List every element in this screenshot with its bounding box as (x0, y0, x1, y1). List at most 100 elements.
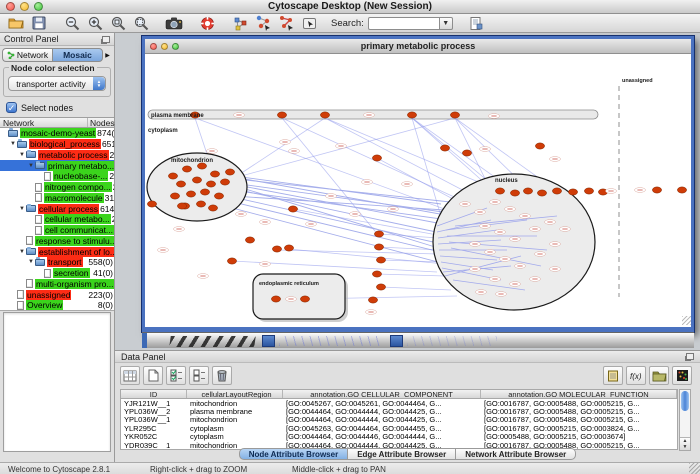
zoom-fit-icon[interactable] (108, 15, 128, 32)
vizmapper-nodes-icon[interactable] (253, 15, 273, 32)
tree-row[interactable]: ▼biological_process651(0) (0, 139, 114, 150)
tree-expander-icon[interactable]: ▼ (18, 249, 26, 255)
file-icon (26, 279, 33, 288)
tree-col-nodes[interactable]: Nodes (88, 118, 114, 127)
table-scrollbar[interactable]: ▲▼ (679, 389, 691, 451)
save-icon[interactable] (29, 15, 49, 32)
table-column-header[interactable]: annotation.GO CELLULAR_COMPONENT (283, 390, 481, 398)
delete-attribute-icon[interactable] (212, 366, 232, 385)
tree-row[interactable]: secretion41(0) (0, 268, 114, 279)
table-column-header[interactable]: annotation.GO MOLECULAR_FUNCTION (481, 390, 677, 398)
scrollbar-thumb[interactable] (681, 391, 689, 411)
tree-row[interactable]: multi-organism pro...42(0) (0, 279, 114, 290)
attribute-table: ID_cellularLayoutRegionannotation.GO CEL… (120, 389, 678, 450)
zoom-in-icon[interactable] (85, 15, 105, 32)
data-panel: Data Panel f(x) ID_cellularLayoutRegiona… (115, 350, 700, 462)
tree-row[interactable]: ▼primary metabo...209(... (0, 160, 114, 171)
tree-row[interactable]: unassigned223(0) (0, 289, 114, 300)
background-window-lines (279, 336, 384, 346)
folder-icon (8, 130, 18, 137)
node-color-dropdown[interactable]: transporter activity ▲▼ (8, 76, 106, 91)
file-icon (44, 269, 51, 278)
float-panel-icon[interactable] (102, 36, 110, 43)
endoplasmic-reticulum-label: endoplasmic reticulum (259, 281, 319, 287)
tree-label: nucleobase-... (53, 171, 108, 181)
attribute-notes-icon[interactable] (603, 366, 623, 385)
folder-icon (35, 162, 45, 169)
search-dropdown-icon[interactable]: ▼ (440, 17, 453, 30)
tree-label: Overview (26, 300, 63, 310)
help-lifering-icon[interactable] (197, 15, 217, 32)
unassigned-label: unassigned (622, 78, 653, 84)
tree-row[interactable]: cellular metabo...209(0) (0, 214, 114, 225)
unselect-all-attributes-icon[interactable] (189, 366, 209, 385)
network-resize-grip[interactable] (682, 316, 691, 325)
network-window-titlebar: primary metabolic process (145, 39, 691, 54)
background-window-border (142, 333, 147, 348)
table-column-header[interactable]: ID (121, 390, 187, 398)
select-attributes-icon[interactable] (120, 366, 140, 385)
control-panel-tabs: Network Mosaic ▶ (0, 46, 114, 64)
tab-network[interactable]: Network (2, 48, 52, 62)
tree-row[interactable]: cell communicat...22(0) (0, 225, 114, 236)
tab-mosaic[interactable]: Mosaic (52, 48, 103, 62)
tree-expander-icon[interactable]: ▼ (9, 141, 17, 147)
tree-row[interactable]: ▼transport558(0) (0, 257, 114, 268)
float-panel-icon[interactable] (686, 353, 694, 360)
tab-network-label: Network (17, 50, 48, 60)
tree-label: metabolic process (38, 150, 109, 160)
import-attributes-icon[interactable] (649, 366, 669, 385)
open-icon[interactable] (6, 15, 26, 32)
folder-icon (26, 248, 36, 255)
select-all-attributes-icon[interactable] (166, 366, 186, 385)
network-overview-icon[interactable] (230, 15, 250, 32)
tree-row[interactable]: ▼ metabolic process280(0) (0, 150, 114, 161)
window-resize-grip[interactable] (689, 463, 700, 474)
tree-row[interactable]: nitrogen compo...209(0) (0, 182, 114, 193)
tree-row[interactable]: ▼cellular process614(0) (0, 203, 114, 214)
search-input[interactable] (368, 17, 440, 30)
tree-row[interactable]: mosaic-demo-yeast874(0) (0, 128, 114, 139)
table-column-header[interactable]: _cellularLayoutRegion (187, 390, 283, 398)
tree-expander-icon[interactable]: ▼ (27, 163, 35, 169)
select-nodes-label: Select nodes (21, 103, 73, 113)
tree-count: 209(0) (111, 214, 114, 224)
annotation-icon[interactable] (299, 15, 319, 32)
tree-label: unassigned (26, 290, 71, 300)
background-window-edges (142, 332, 694, 348)
tree-label: transport (47, 257, 83, 267)
data-panel-toolbar: f(x) (115, 363, 700, 388)
tree-col-network[interactable]: Network (0, 118, 88, 127)
attribute-matrix-icon[interactable] (672, 366, 692, 385)
tree-expander-icon[interactable]: ▼ (18, 152, 26, 158)
zoom-selected-icon[interactable] (131, 15, 151, 32)
formula-builder-icon[interactable]: f(x) (626, 366, 646, 385)
file-icon (44, 172, 51, 181)
folder-icon (35, 259, 45, 266)
tree-count: 280(0) (109, 150, 114, 160)
create-attribute-icon[interactable] (143, 366, 163, 385)
tab-edge-attribute-browser[interactable]: Edge Attribute Browser (348, 448, 456, 460)
network-canvas[interactable]: plasma membrane cytoplasm mitochondrion … (145, 54, 691, 325)
search-box: ▼ (368, 17, 453, 30)
tab-node-attribute-browser[interactable]: Node Attribute Browser (239, 448, 349, 460)
node-color-dropdown-value: transporter activity (9, 79, 93, 89)
tree-expander-icon[interactable]: ▼ (18, 206, 26, 212)
tree-row[interactable]: ▼establishment of lo...558(0) (0, 246, 114, 257)
tab-overflow-icon[interactable]: ▶ (103, 48, 112, 62)
tree-row[interactable]: response to stimulu...264(0) (0, 236, 114, 247)
tree-label: cellular metabo... (44, 214, 111, 224)
tree-count: 614(0) (99, 204, 114, 214)
tree-row[interactable]: nucleobase-...209(0) (0, 171, 114, 182)
tab-network-attribute-browser[interactable]: Network Attribute Browser (456, 448, 576, 460)
vizmapper-edges-icon[interactable] (276, 15, 296, 32)
tree-row[interactable]: Overview8(0) (0, 300, 114, 311)
zoom-out-icon[interactable] (62, 15, 82, 32)
select-nodes-checkbox[interactable]: ✓ (6, 102, 17, 113)
tree-expander-icon[interactable]: ▼ (27, 259, 35, 265)
birds-eye-view[interactable] (3, 312, 111, 452)
tree-count: 209(0) (112, 182, 114, 192)
snapshot-camera-icon[interactable] (164, 15, 184, 32)
tree-row[interactable]: macromolecule311(0) (0, 193, 114, 204)
search-settings-icon[interactable] (466, 15, 486, 32)
